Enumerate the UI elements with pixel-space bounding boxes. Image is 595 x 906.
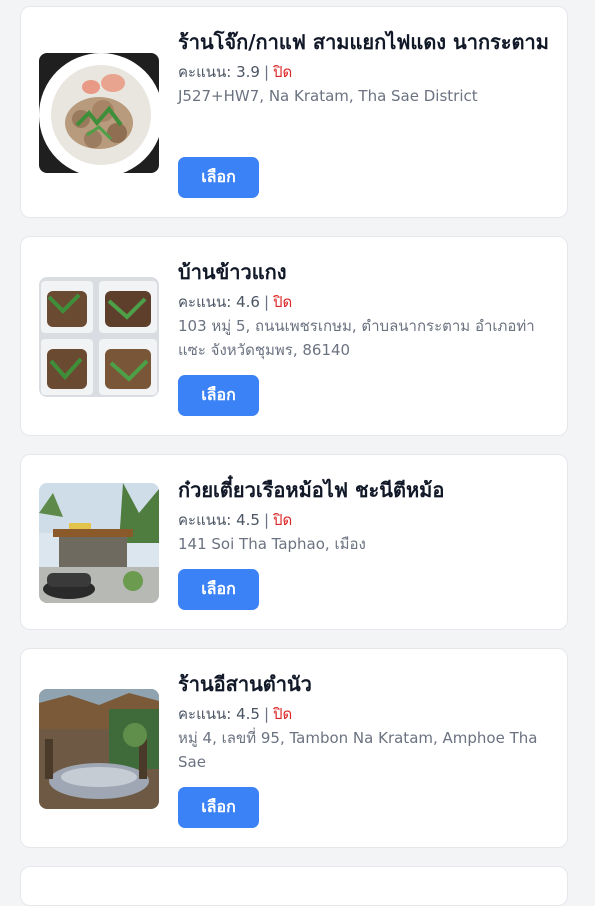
restaurant-address: หมู่ 4, เลขที่ 95, Tambon Na Kratam, Amp… (178, 729, 538, 771)
rating-value: 3.9 (236, 63, 260, 81)
restaurant-name: บ้านข้าวแกง (178, 260, 287, 284)
open-status: ปิด (273, 511, 293, 529)
restaurant-photo (39, 277, 159, 397)
select-button[interactable]: เลือก (178, 787, 259, 828)
restaurant-photo (39, 689, 159, 809)
restaurant-card-partial (20, 866, 568, 906)
restaurant-card: ร้านโจ๊ก/กาแฟ สามแยกไฟแดง นากระตาม คะแนน… (20, 6, 568, 218)
rating-status: คะแนน: 4.5 | ปิด (178, 702, 553, 726)
rating-label: คะแนน: (178, 705, 232, 723)
rating-status: คะแนน: 4.6 | ปิด (178, 290, 553, 314)
restaurant-card: ร้านอีสานตำนัว คะแนน: 4.5 | ปิด หมู่ 4, เล… (20, 648, 568, 848)
restaurant-name: ก๋วยเตี๋ยวเรือหม้อไฟ ชะนีตีหม้อ (178, 478, 445, 502)
separator: | (263, 63, 270, 81)
separator: | (263, 293, 270, 311)
restaurant-photo (39, 53, 159, 173)
rating-label: คะแนน: (178, 293, 232, 311)
separator: | (263, 705, 270, 723)
open-status: ปิด (273, 63, 293, 81)
restaurant-card: ก๋วยเตี๋ยวเรือหม้อไฟ ชะนีตีหม้อ คะแนน: 4… (20, 454, 568, 630)
restaurant-address: 103 หมู่ 5, ถนนเพชรเกษม, ตำบลนากระตาม อำ… (178, 317, 535, 359)
rating-value: 4.6 (236, 293, 260, 311)
rating-status: คะแนน: 4.5 | ปิด (178, 508, 553, 532)
select-button[interactable]: เลือก (178, 375, 259, 416)
restaurant-photo (39, 483, 159, 603)
restaurant-name: ร้านอีสานตำนัว (178, 672, 312, 696)
rating-status: คะแนน: 3.9 | ปิด (178, 60, 553, 84)
select-button[interactable]: เลือก (178, 157, 259, 198)
open-status: ปิด (273, 293, 293, 311)
restaurant-card: บ้านข้าวแกง คะแนน: 4.6 | ปิด 103 หมู่ 5, ถ… (20, 236, 568, 436)
restaurant-address: 141 Soi Tha Taphao, เมือง (178, 535, 366, 553)
rating-label: คะแนน: (178, 511, 232, 529)
rating-label: คะแนน: (178, 63, 232, 81)
restaurant-name: ร้านโจ๊ก/กาแฟ สามแยกไฟแดง นากระตาม (178, 30, 549, 54)
select-button[interactable]: เลือก (178, 569, 259, 610)
restaurant-address: J527+HW7, Na Kratam, Tha Sae District (178, 87, 478, 105)
rating-value: 4.5 (236, 511, 260, 529)
separator: | (263, 511, 270, 529)
open-status: ปิด (273, 705, 293, 723)
rating-value: 4.5 (236, 705, 260, 723)
